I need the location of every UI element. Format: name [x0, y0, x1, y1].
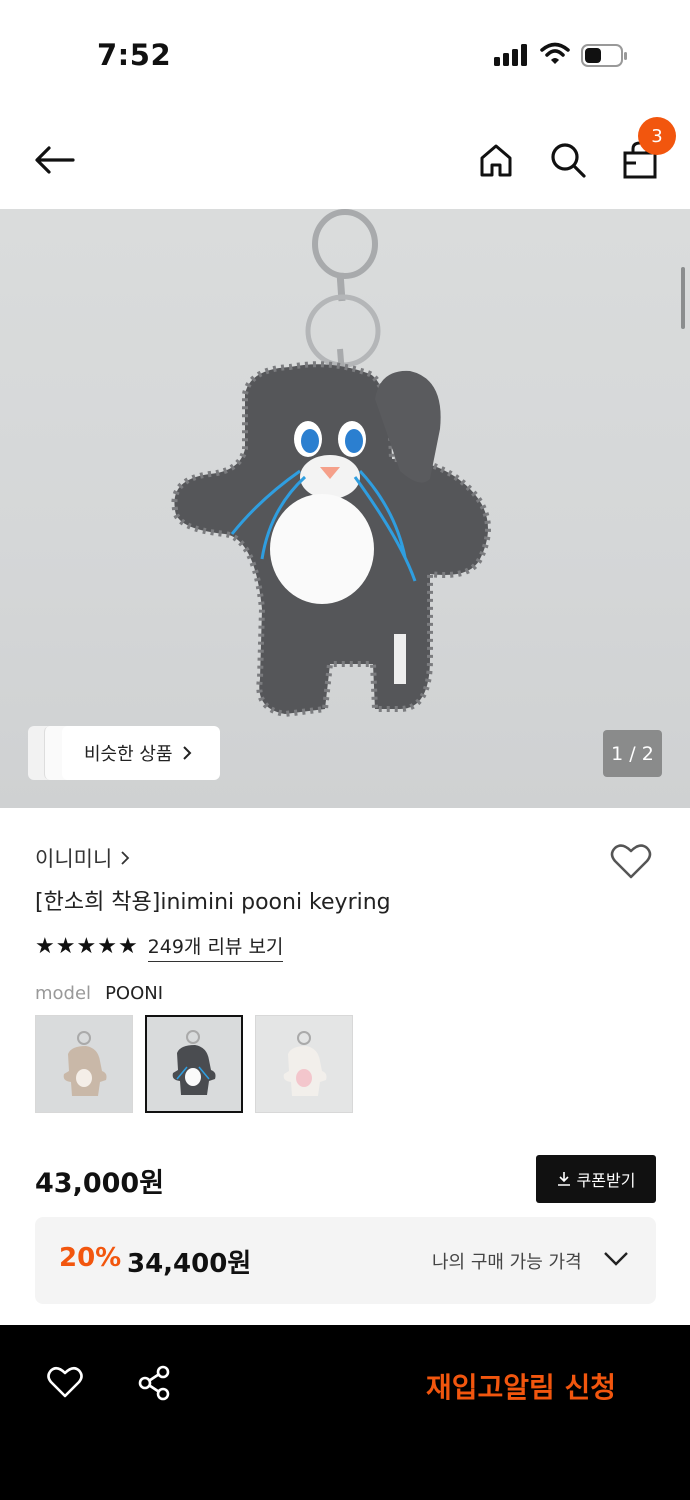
rating-row: ★ ★ ★ ★ ★ 249개 리뷰 보기: [35, 932, 284, 962]
bottom-action-bar: 재입고알림 신청: [0, 1325, 690, 1500]
restock-alert-button[interactable]: 재입고알림 신청: [426, 1366, 616, 1406]
top-nav: [0, 115, 690, 205]
wifi-icon: [540, 42, 570, 70]
original-price: 43,000원: [35, 1168, 165, 1199]
download-icon: [557, 1172, 570, 1186]
battery-icon: [581, 44, 627, 67]
star-icon: ★: [76, 934, 97, 959]
discount-price: 34,400원: [127, 1249, 252, 1279]
similar-products-button[interactable]: 비슷한 상품: [62, 726, 220, 780]
option-thumbnails: [35, 1015, 353, 1113]
back-button[interactable]: [30, 135, 80, 185]
model-label: model: [35, 983, 92, 1004]
heart-icon: [610, 844, 652, 879]
option-thumb-white[interactable]: [255, 1015, 353, 1113]
status-time: 7:52: [97, 38, 172, 72]
product-image: [171, 209, 491, 718]
heart-icon: [47, 1366, 83, 1398]
similar-products-label: 비슷한 상품: [84, 744, 173, 765]
share-button[interactable]: [136, 1365, 172, 1405]
product-title: [한소희 착용]inimini pooni keyring: [35, 890, 391, 915]
coupon-button[interactable]: 쿠폰받기: [536, 1155, 656, 1203]
reviews-link[interactable]: 249개 리뷰 보기: [147, 932, 284, 962]
my-price-dropdown[interactable]: 20% 34,400원 나의 구매 가능 가격: [35, 1217, 656, 1304]
chevron-down-icon: [604, 1252, 628, 1266]
option-thumb-image: [172, 1030, 216, 1095]
cart-count-badge: 3: [638, 117, 676, 155]
star-icon: ★: [117, 934, 138, 959]
signal-icon: [494, 44, 530, 66]
star-icon: ★: [35, 934, 55, 959]
image-pager: 1 / 2: [603, 730, 662, 777]
star-icon: ★: [55, 934, 76, 959]
rating-stars: ★ ★ ★ ★ ★: [35, 935, 138, 959]
brand-link[interactable]: 이니미니: [35, 843, 130, 873]
share-icon: [138, 1365, 170, 1401]
arrow-left-icon: [35, 146, 75, 174]
option-thumb-image: [63, 1031, 107, 1096]
discount-percent: 20%: [59, 1243, 122, 1273]
brand-name: 이니미니: [35, 847, 113, 871]
option-thumb-image: [283, 1031, 327, 1096]
my-price-label: 나의 구매 가능 가격: [432, 1252, 582, 1273]
chevron-right-icon: [182, 746, 191, 760]
chevron-right-icon: [121, 851, 130, 865]
wishlist-button[interactable]: [610, 842, 652, 884]
home-icon: [480, 144, 512, 177]
search-button[interactable]: [543, 135, 593, 185]
image-scrollbar[interactable]: [681, 267, 685, 329]
coupon-label: 쿠폰받기: [576, 1171, 636, 1190]
product-image-carousel[interactable]: 비슷한 상품 1 / 2: [0, 209, 690, 808]
option-thumb-gray[interactable]: [145, 1015, 243, 1113]
search-icon: [551, 143, 586, 178]
home-button[interactable]: [471, 135, 521, 185]
star-icon: ★: [97, 934, 117, 959]
status-bar: 7:52: [0, 0, 690, 105]
model-value: POONI: [105, 983, 164, 1004]
model-row: model POONI: [35, 983, 163, 1004]
bottom-wishlist-button[interactable]: [47, 1365, 83, 1403]
option-thumb-beige[interactable]: [35, 1015, 133, 1113]
